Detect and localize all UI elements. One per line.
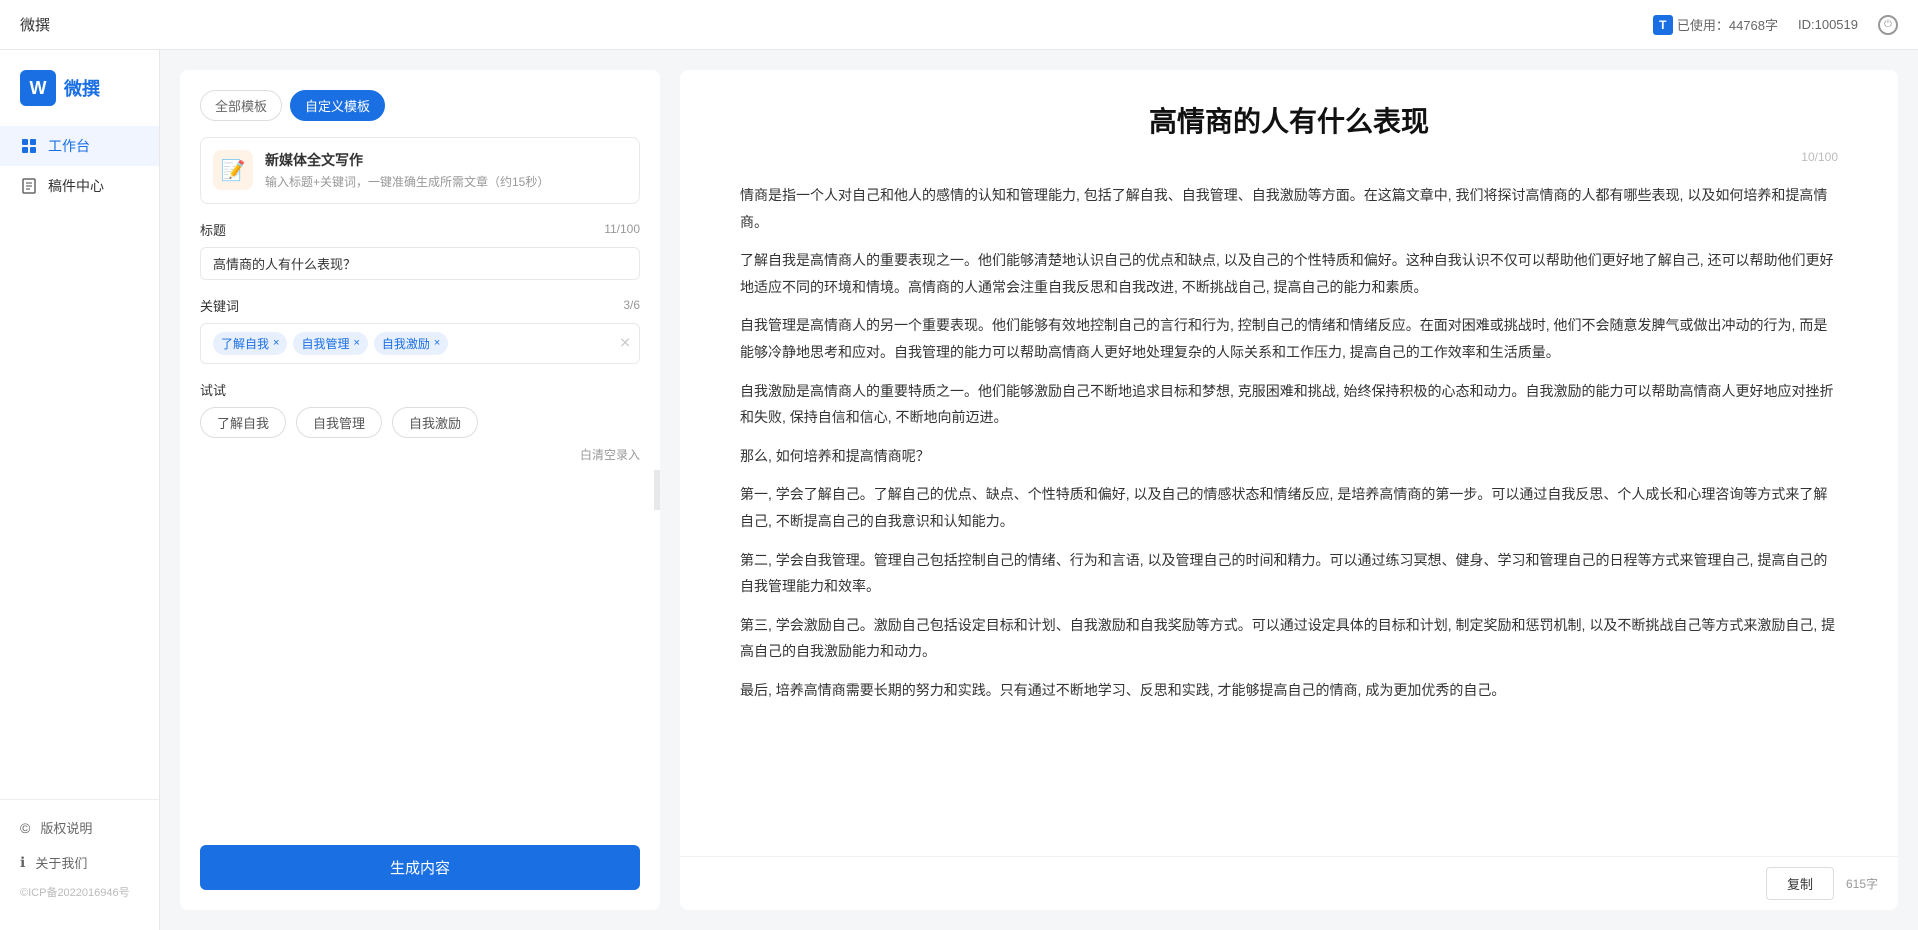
suggestion-btn-3[interactable]: 自我激励 — [392, 407, 478, 438]
keywords-clear-btn[interactable]: ✕ — [619, 335, 631, 352]
title-count: 11/100 — [604, 222, 640, 236]
paragraph-6: 第一, 学会了解自己。了解自己的优点、缺点、个性特质和偏好, 以及自己的情感状态… — [740, 481, 1838, 534]
template-desc: 输入标题+关键词，一键准确生成所需文章（约15秒） — [265, 174, 627, 191]
about-label: 关于我们 — [35, 853, 87, 872]
workspace-icon — [20, 137, 38, 155]
template-icon: 📝 — [213, 150, 253, 190]
keywords-container[interactable]: 了解自我 × 自我管理 × 自我激励 × ✕ — [200, 323, 640, 364]
article-page-count: 10/100 — [680, 150, 1898, 164]
template-info: 新媒体全文写作 输入标题+关键词，一键准确生成所需文章（约15秒） — [265, 150, 627, 191]
tab-bar: 全部模板 自定义模板 — [200, 90, 640, 121]
sidebar-item-drafts[interactable]: 稿件中心 — [0, 166, 159, 206]
keyword-tag-1: 了解自我 × — [213, 332, 287, 355]
keyword-field-group: 关键词 3/6 了解自我 × 自我管理 × 自我激励 × — [200, 296, 640, 364]
id-label: ID:100519 — [1798, 17, 1858, 32]
paragraph-4: 自我激励是高情商人的重要特质之一。他们能够激励自己不断地追求目标和梦想, 克服困… — [740, 378, 1838, 431]
suggestion-btn-1[interactable]: 了解自我 — [200, 407, 286, 438]
title-label-row: 标题 11/100 — [200, 220, 640, 239]
drafts-icon — [20, 177, 38, 195]
paragraph-1: 情商是指一个人对自己和他人的感情的认知和管理能力, 包括了解自我、自我管理、自我… — [740, 182, 1838, 235]
sidebar: W 微撰 工作台 — [0, 50, 160, 930]
paragraph-9: 最后, 培养高情商需要长期的努力和实践。只有通过不断地学习、反思和实践, 才能够… — [740, 677, 1838, 704]
sidebar-item-copyright[interactable]: © 版权说明 — [0, 810, 159, 845]
article-body: 情商是指一个人对自己和他人的感情的认知和管理能力, 包括了解自我、自我管理、自我… — [680, 172, 1898, 910]
power-icon[interactable]: ⏻ — [1878, 15, 1898, 35]
keyword-remove-1[interactable]: × — [273, 337, 279, 349]
keyword-text-2: 自我管理 — [301, 335, 349, 352]
collapse-arrow[interactable]: ◀ — [654, 470, 660, 510]
keyword-tag-3: 自我激励 × — [374, 332, 448, 355]
sidebar-bottom: © 版权说明 ℹ 关于我们 ©ICP备2022016946号 — [0, 799, 159, 910]
paragraph-3: 自我管理是高情商人的另一个重要表现。他们能够有效地控制自己的言行和行为, 控制自… — [740, 312, 1838, 365]
logo-text: 微撰 — [64, 75, 100, 101]
article-header: 高情商的人有什么表现 — [680, 70, 1898, 150]
tab-all[interactable]: 全部模板 — [200, 90, 282, 121]
sidebar-item-workspace[interactable]: 工作台 — [0, 126, 159, 166]
keyword-text-3: 自我激励 — [382, 335, 430, 352]
suggestion-btn-2[interactable]: 自我管理 — [296, 407, 382, 438]
try-label: 试试 — [200, 380, 640, 399]
word-count: 615字 — [1846, 875, 1878, 892]
suggestions-row: 了解自我 自我管理 自我激励 — [200, 407, 640, 438]
paragraph-8: 第三, 学会激励自己。激励自己包括设定目标和计划、自我激励和自我奖励等方式。可以… — [740, 612, 1838, 665]
copyright-label: 版权说明 — [40, 818, 92, 837]
keyword-tag-2: 自我管理 × — [293, 332, 367, 355]
paragraph-7: 第二, 学会自我管理。管理自己包括控制自己的情绪、行为和言语, 以及管理自己的时… — [740, 547, 1838, 600]
paragraph-2: 了解自我是高情商人的重要表现之一。他们能够清楚地认识自己的优点和缺点, 以及自己… — [740, 247, 1838, 300]
keyword-remove-2[interactable]: × — [353, 337, 359, 349]
icp-text: ©ICP备2022016946号 — [0, 880, 159, 900]
title-label: 标题 — [200, 220, 226, 239]
suggestions-group: 试试 了解自我 自我管理 自我激励 白清空录入 — [200, 380, 640, 463]
article-title: 高情商的人有什么表现 — [740, 100, 1838, 140]
article-footer: 复制 615字 — [680, 856, 1898, 910]
main-layout: W 微撰 工作台 — [0, 50, 1918, 930]
info-icon: T — [1653, 15, 1673, 35]
sidebar-item-about[interactable]: ℹ 关于我们 — [0, 845, 159, 880]
keyword-text-1: 了解自我 — [221, 335, 269, 352]
header-left: 微撰 — [20, 14, 50, 35]
content-area: 全部模板 自定义模板 📝 新媒体全文写作 输入标题+关键词，一键准确生成所需文章… — [160, 50, 1918, 930]
template-card: 📝 新媒体全文写作 输入标题+关键词，一键准确生成所需文章（约15秒） — [200, 137, 640, 204]
header-title: 微撰 — [20, 14, 50, 35]
paragraph-5: 那么, 如何培养和提高情商呢？ — [740, 443, 1838, 470]
copyright-icon: © — [20, 820, 30, 836]
keyword-label: 关键词 — [200, 296, 239, 315]
tab-custom[interactable]: 自定义模板 — [290, 90, 385, 121]
used-info: T 已使用：44768字 — [1653, 15, 1778, 35]
used-label: 已使用：44768字 — [1677, 15, 1778, 34]
drafts-label: 稿件中心 — [48, 176, 104, 196]
logo-area: W 微撰 — [0, 70, 159, 126]
header: 微撰 T 已使用：44768字 ID:100519 ⏻ — [0, 0, 1918, 50]
workspace-label: 工作台 — [48, 136, 90, 156]
logo-icon: W — [20, 70, 56, 106]
copy-button[interactable]: 复制 — [1766, 867, 1834, 900]
template-title: 新媒体全文写作 — [265, 150, 627, 170]
title-input[interactable] — [200, 247, 640, 280]
keyword-label-row: 关键词 3/6 — [200, 296, 640, 315]
keyword-remove-3[interactable]: × — [434, 337, 440, 349]
title-field-group: 标题 11/100 — [200, 220, 640, 280]
sidebar-nav: 工作台 稿件中心 — [0, 126, 159, 799]
right-panel: 高情商的人有什么表现 10/100 情商是指一个人对自己和他人的感情的认知和管理… — [680, 70, 1898, 910]
keyword-count: 3/6 — [623, 298, 640, 312]
header-right: T 已使用：44768字 ID:100519 ⏻ — [1653, 15, 1898, 35]
clear-link[interactable]: 白清空录入 — [200, 446, 640, 463]
about-icon: ℹ — [20, 854, 25, 871]
generate-button[interactable]: 生成内容 — [200, 845, 640, 890]
left-panel: 全部模板 自定义模板 📝 新媒体全文写作 输入标题+关键词，一键准确生成所需文章… — [180, 70, 660, 910]
